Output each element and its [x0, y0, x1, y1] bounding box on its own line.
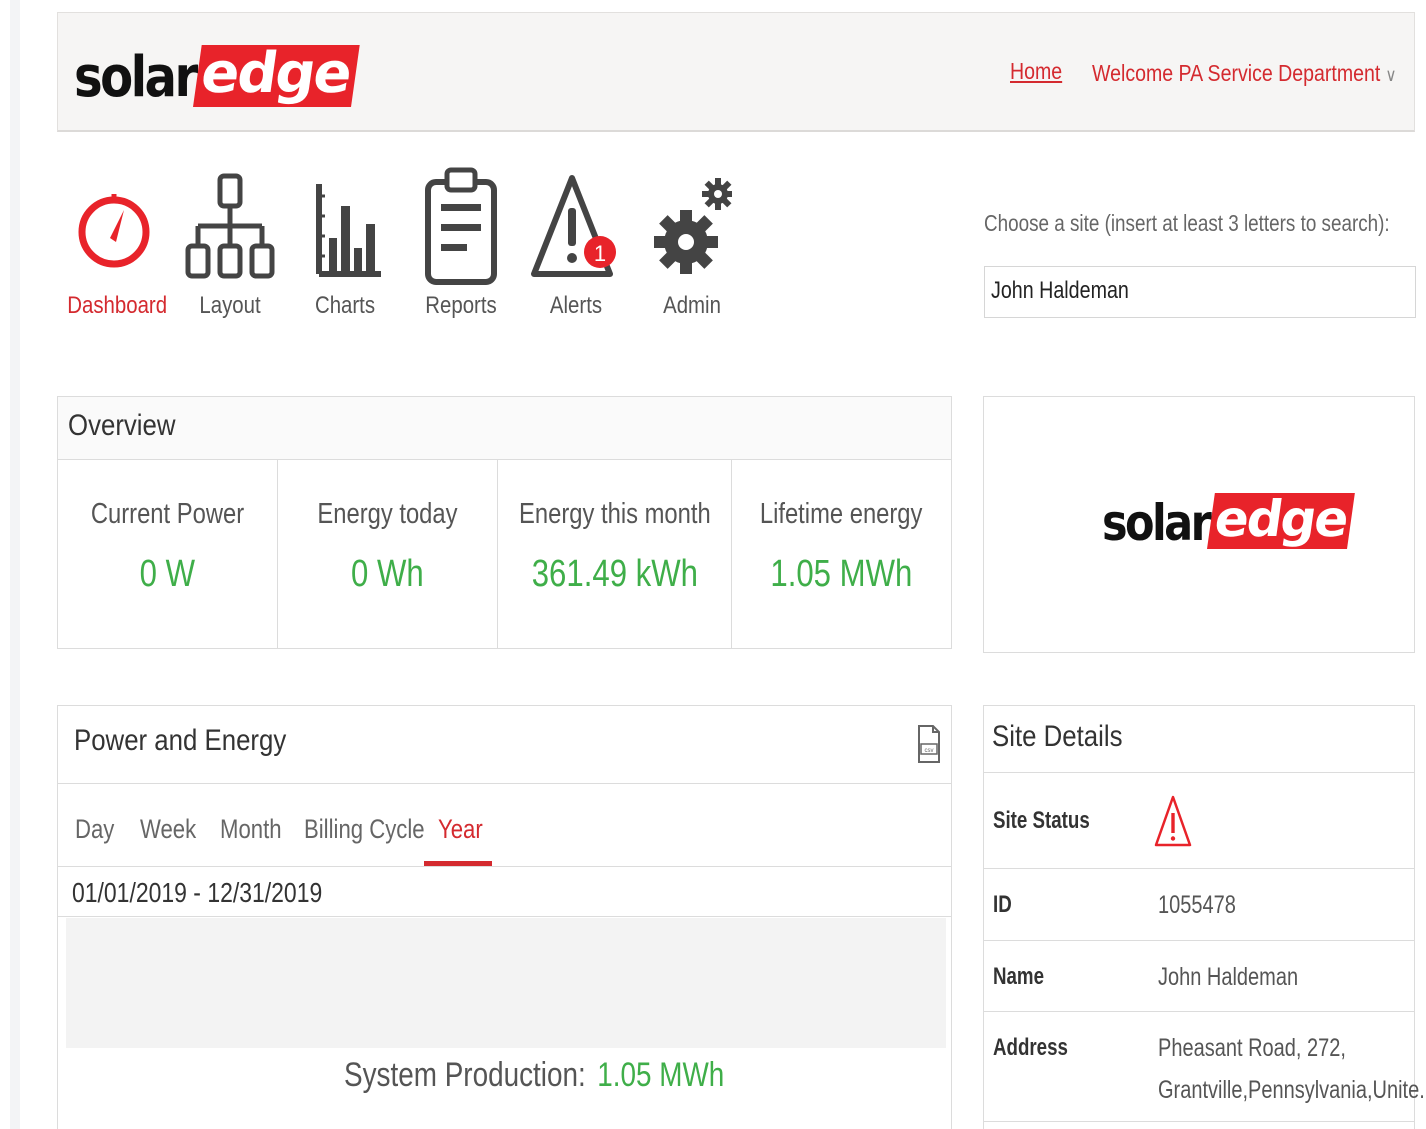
overview-panel: Overview Current Power 0 W Energy today … — [57, 396, 952, 649]
site-name-value: John Haldeman — [1158, 963, 1299, 991]
svg-text:csv: csv — [925, 748, 934, 754]
nav-admin-label: Admin — [663, 292, 721, 319]
power-energy-panel: Power and Energy csv Day Week Month Bill… — [57, 705, 952, 1129]
site-details-title: Site Details — [992, 720, 1123, 753]
left-edge-strip — [10, 0, 20, 1129]
nav-charts-label: Charts — [314, 292, 376, 319]
metric-label: Lifetime energy — [760, 498, 923, 530]
nav-layout-label: Layout — [199, 292, 261, 319]
gears-icon — [637, 160, 747, 292]
site-search-value: John Haldeman — [991, 277, 1129, 304]
site-address-line1: Pheasant Road, 272, — [1158, 1034, 1346, 1062]
site-id-key: ID — [993, 891, 1012, 918]
metric-label: Energy this month — [518, 498, 711, 530]
metric-value: 1.05 MWh — [770, 553, 913, 595]
bar-chart-icon — [290, 160, 400, 292]
period-tabs: Day Week Month Billing Cycle Year — [58, 784, 951, 867]
nav-alerts-label: Alerts — [549, 292, 603, 319]
nav-layout[interactable]: Layout — [175, 160, 285, 320]
warning-icon: 1 — [521, 160, 631, 292]
sitemap-icon — [175, 160, 285, 292]
metric-value: 0 W — [139, 553, 196, 595]
nav-admin[interactable]: Admin — [637, 160, 747, 320]
user-menu[interactable]: Welcome PA Service Department ∨ — [1092, 60, 1397, 87]
nav-alerts[interactable]: 1 Alerts — [521, 160, 631, 320]
metric-label: Current Power — [90, 498, 245, 530]
metric-energy-month: Energy this month 361.49 kWh — [498, 460, 733, 649]
site-status-row: Site Status — [984, 773, 1414, 869]
speedometer-icon — [59, 160, 169, 292]
site-name-key: Name — [993, 963, 1044, 990]
site-address-key: Address — [993, 1034, 1068, 1061]
overview-title: Overview — [68, 409, 176, 442]
site-address-line2: Grantville,Pennsylvania,Unite... — [1158, 1076, 1426, 1104]
metric-lifetime-energy: Lifetime energy 1.05 MWh — [732, 460, 951, 649]
site-id-row: ID 1055478 — [984, 869, 1414, 941]
site-image-panel: solar edge — [983, 396, 1415, 653]
metric-current-power: Current Power 0 W — [58, 460, 278, 649]
top-header: solar edge Home Welcome PA Service Depart… — [57, 12, 1415, 132]
metric-energy-today: Energy today 0 Wh — [278, 460, 498, 649]
chevron-down-icon: ∨ — [1385, 65, 1397, 85]
welcome-label: Welcome PA Service Department — [1092, 60, 1381, 86]
site-status-key: Site Status — [993, 807, 1090, 834]
system-production-label: System Production: — [344, 1056, 586, 1094]
site-details-panel: Site Details Site Status ID 1055478 Name… — [983, 705, 1426, 1129]
solaredge-logo[interactable]: solar edge — [74, 35, 361, 107]
metric-value: 0 Wh — [350, 553, 424, 595]
csv-file-icon[interactable]: csv — [917, 724, 941, 769]
warning-outline-icon[interactable] — [1154, 793, 1192, 854]
site-address-row: Address Pheasant Road, 272, Grantville,P… — [984, 1012, 1426, 1122]
active-tab-indicator — [424, 861, 492, 866]
system-production-value: 1.05 MWh — [597, 1056, 725, 1094]
home-link[interactable]: Home — [1010, 58, 1062, 85]
nav-charts[interactable]: Charts — [290, 160, 400, 320]
site-search-input[interactable]: John Haldeman — [984, 266, 1416, 318]
metric-value: 361.49 kWh — [531, 553, 698, 595]
tab-day[interactable]: Day — [75, 814, 114, 845]
nav-dashboard[interactable]: Dashboard — [59, 160, 169, 320]
metric-label: Energy today — [317, 498, 458, 530]
tab-week[interactable]: Week — [140, 814, 196, 845]
clipboard-icon — [406, 160, 516, 292]
site-search-label: Choose a site (insert at least 3 letters… — [984, 210, 1390, 236]
tab-month[interactable]: Month — [220, 814, 282, 845]
power-energy-title: Power and Energy — [74, 724, 287, 757]
tab-billing-cycle[interactable]: Billing Cycle — [304, 814, 425, 845]
solaredge-logo-large: solar edge — [1102, 483, 1355, 549]
date-range: 01/01/2019 - 12/31/2019 — [58, 867, 951, 917]
nav-reports-label: Reports — [425, 292, 497, 319]
alerts-badge: 1 — [594, 241, 606, 266]
tab-year[interactable]: Year — [438, 814, 483, 845]
chart-area — [66, 918, 946, 1048]
system-production: System Production: 1.05 MWh — [344, 1056, 724, 1095]
nav-dashboard-label: Dashboard — [67, 292, 168, 319]
site-id-value: 1055478 — [1158, 891, 1236, 919]
site-name-row: Name John Haldeman — [984, 941, 1414, 1012]
nav-reports[interactable]: Reports — [406, 160, 516, 320]
